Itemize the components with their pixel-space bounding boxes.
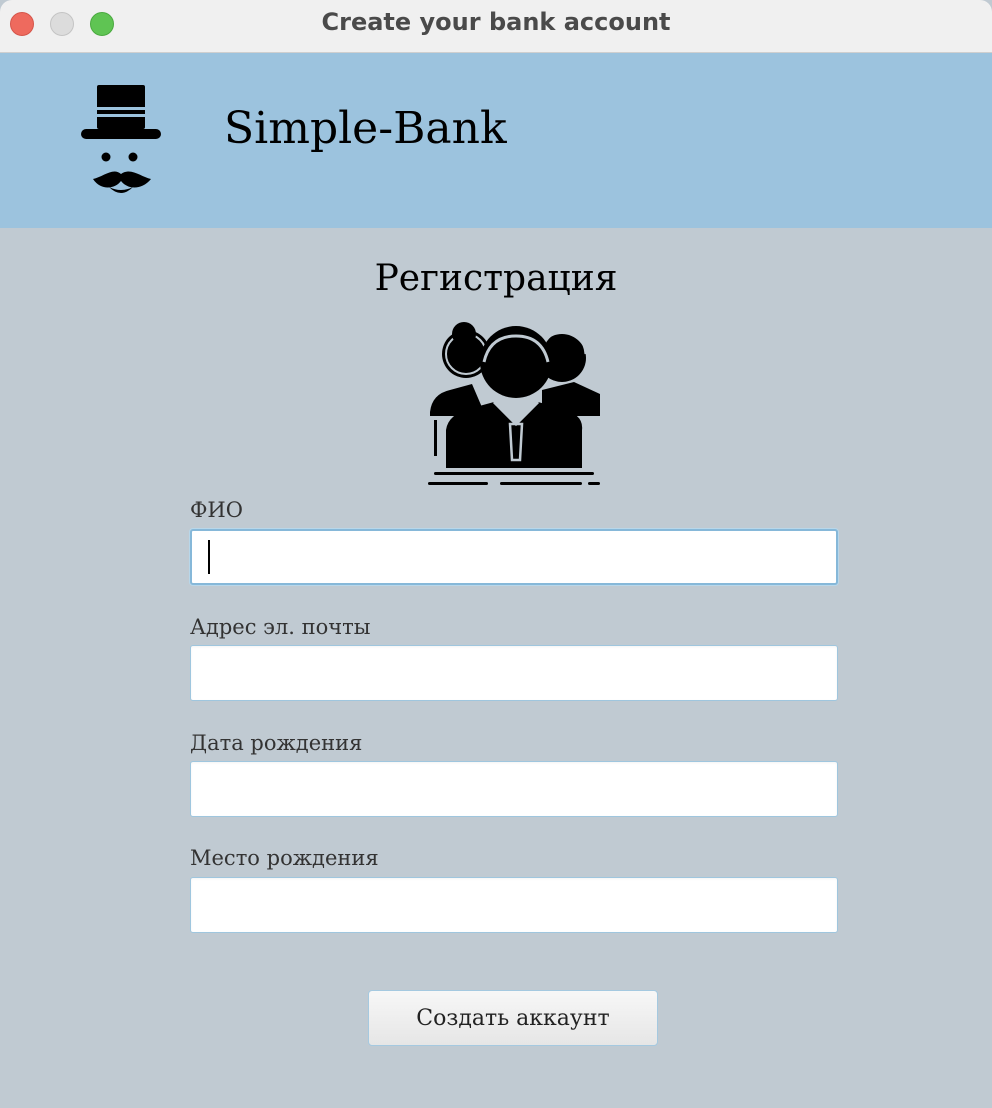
title-bar: Create your bank account — [0, 0, 992, 53]
gentleman-logo-icon — [81, 85, 161, 193]
label-full-name: ФИО — [190, 498, 243, 522]
email-input[interactable] — [190, 645, 838, 701]
create-account-button[interactable]: Создать аккаунт — [368, 990, 658, 1046]
group-users-icon — [428, 322, 600, 485]
label-birth-date: Дата рождения — [190, 731, 363, 755]
birth-place-input[interactable] — [190, 877, 838, 933]
page-title: Регистрация — [374, 258, 618, 299]
window-title: Create your bank account — [321, 8, 671, 36]
birth-date-input[interactable] — [190, 761, 838, 817]
label-birth-place: Место рождения — [190, 846, 379, 870]
app-window: Create your bank account Simple-Bank Рег… — [0, 0, 992, 1108]
full-name-input[interactable] — [190, 529, 838, 585]
brand-name: Simple-Bank — [224, 103, 507, 154]
app-header: Simple-Bank — [0, 53, 992, 228]
label-email: Адрес эл. почты — [190, 615, 371, 639]
text-caret — [208, 540, 210, 574]
